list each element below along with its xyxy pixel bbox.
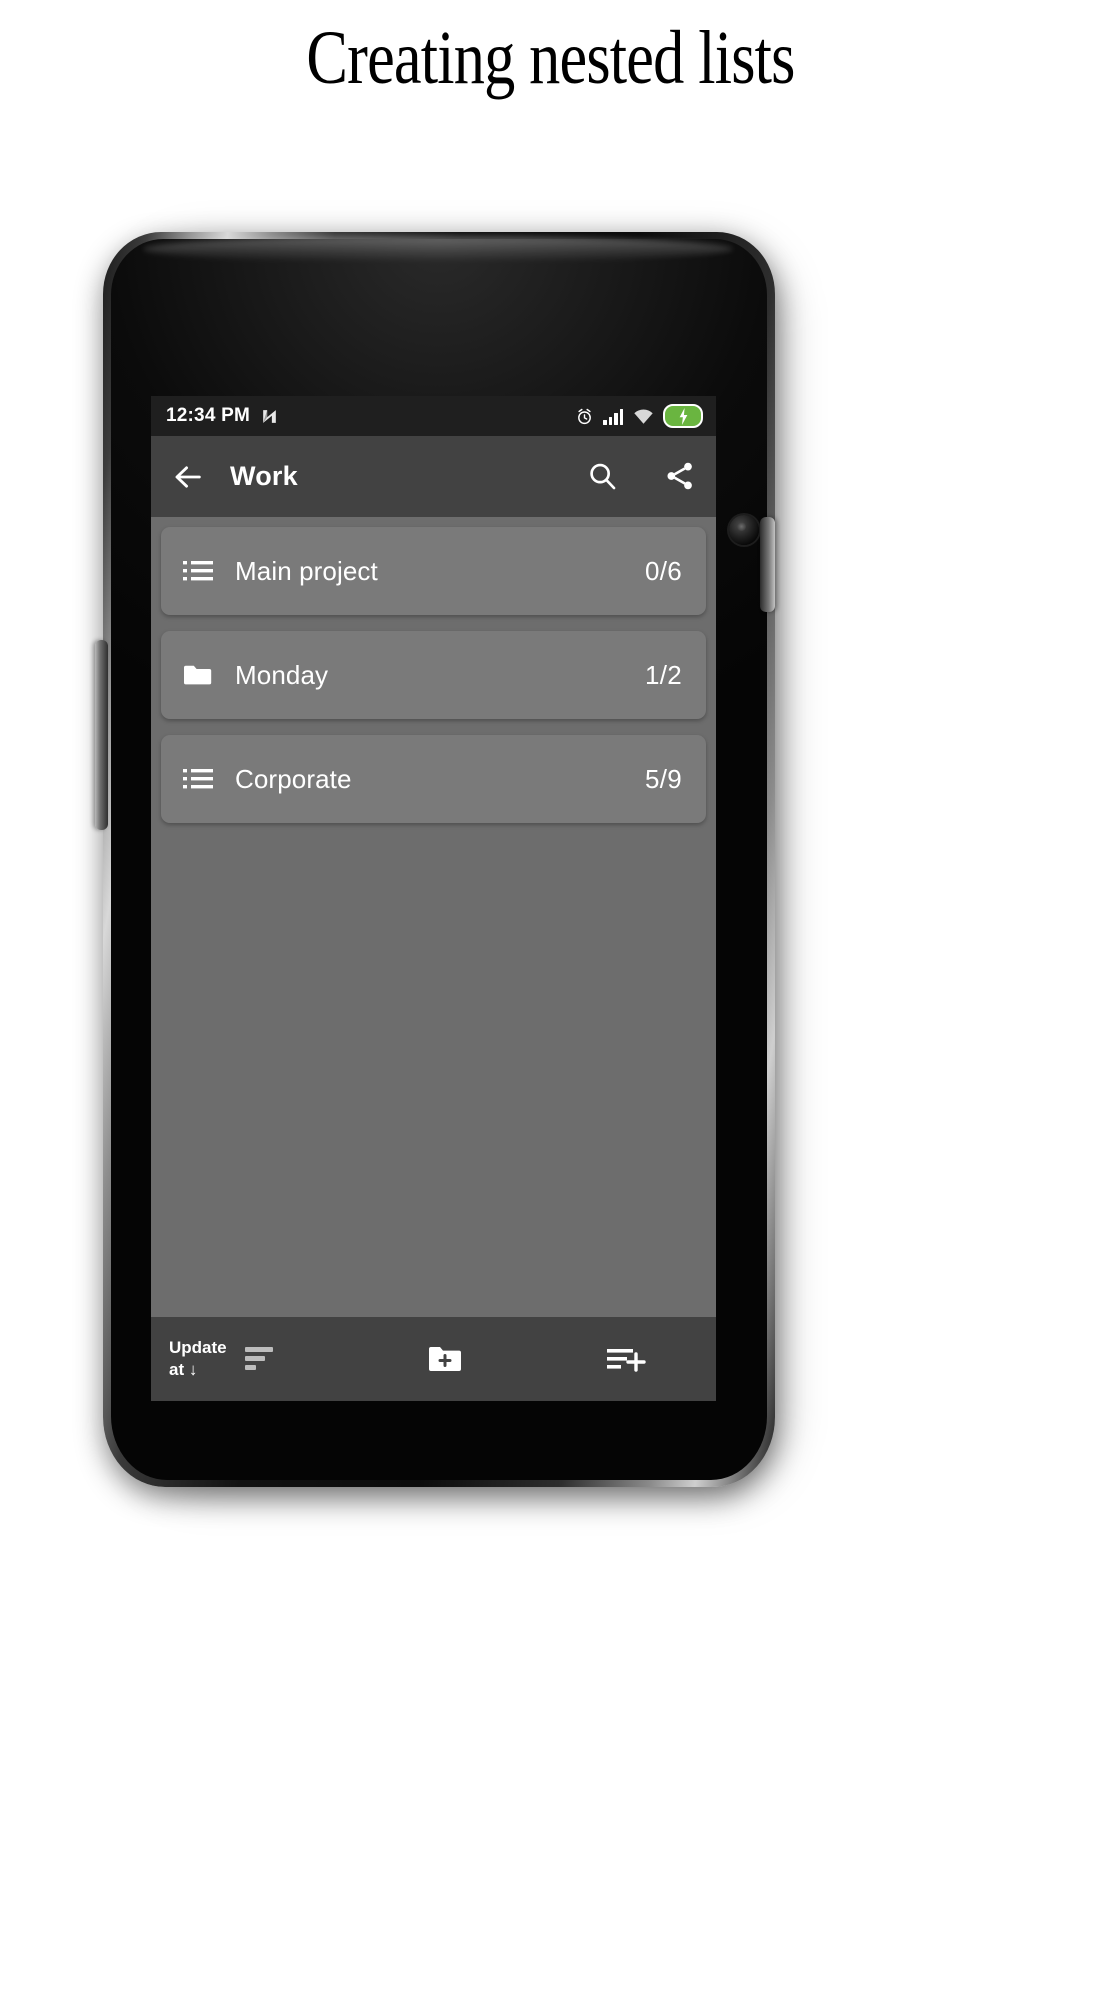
add-list-button[interactable] — [535, 1344, 716, 1374]
folder-icon — [183, 663, 213, 687]
status-bar: 12:34 PM — [151, 396, 716, 436]
list-item[interactable]: Main project 0/6 — [161, 527, 706, 615]
sort-direction-arrow: ↓ — [188, 1360, 198, 1379]
new-folder-icon — [427, 1344, 463, 1374]
alarm-icon — [575, 407, 594, 426]
wifi-icon — [633, 408, 654, 425]
list-icon — [183, 559, 213, 583]
sort-label-line2: at — [169, 1360, 185, 1379]
front-camera-icon — [729, 515, 759, 545]
list-icon — [183, 767, 213, 791]
page-title: Creating nested lists — [306, 16, 795, 100]
status-bar-icons — [575, 404, 703, 428]
signal-icon — [603, 408, 624, 425]
new-folder-button[interactable] — [354, 1344, 535, 1374]
sort-label-line1: Update — [169, 1338, 227, 1357]
list-item-count: 5/9 — [644, 763, 682, 794]
list-item-count: 0/6 — [644, 555, 682, 586]
list-item-label: Monday — [235, 659, 329, 690]
back-arrow-icon[interactable] — [171, 460, 205, 494]
sort-descending-icon[interactable] — [243, 1342, 285, 1376]
list-item-count: 1/2 — [644, 659, 682, 690]
app-bar-title: Work — [230, 461, 298, 491]
glass-highlight — [143, 236, 733, 262]
sort-control[interactable]: Update at ↓ — [151, 1337, 354, 1381]
volume-rocker-button[interactable] — [95, 640, 108, 830]
list-container: Main project 0/6 Monday 1/2 Corporate 5/… — [151, 517, 716, 1337]
share-icon[interactable] — [664, 460, 698, 494]
add-list-icon — [606, 1344, 646, 1374]
list-item-label: Corporate — [235, 763, 352, 794]
battery-charging-icon — [663, 404, 703, 428]
phone-screen: 12:34 PM Work Main project 0/6 Monday 1/… — [151, 396, 716, 1401]
nova-n-icon — [260, 407, 279, 426]
list-item-label: Main project — [235, 555, 378, 586]
list-item[interactable]: Monday 1/2 — [161, 631, 706, 719]
bottom-bar: Update at ↓ — [151, 1317, 716, 1401]
sort-label: Update at ↓ — [169, 1337, 235, 1381]
search-icon[interactable] — [586, 460, 620, 494]
power-button[interactable] — [760, 517, 775, 612]
list-item[interactable]: Corporate 5/9 — [161, 735, 706, 823]
app-bar: Work — [151, 436, 716, 517]
status-bar-clock: 12:34 PM — [166, 405, 250, 426]
